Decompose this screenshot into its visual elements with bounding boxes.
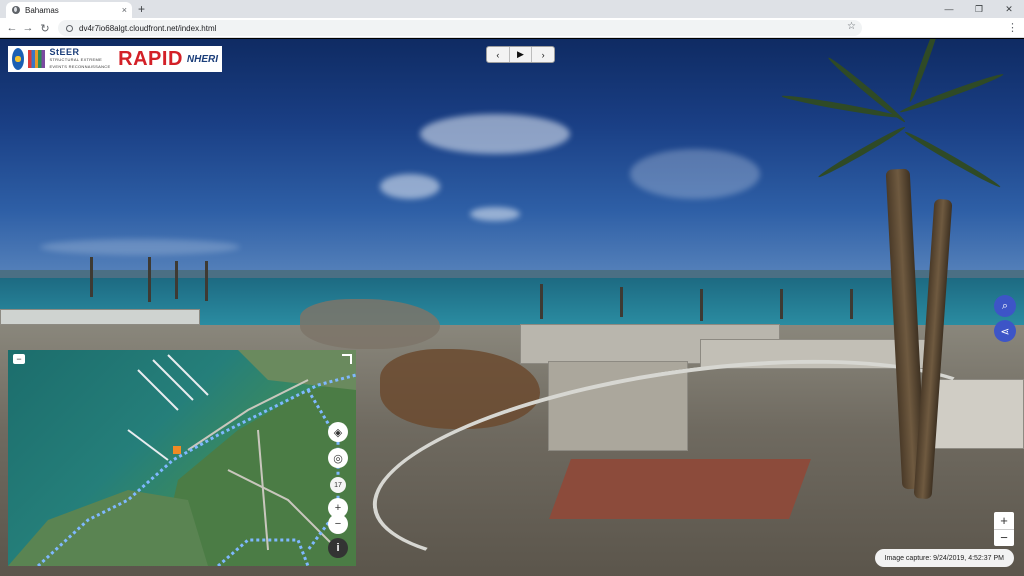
- steer-subtitle: STRUCTURAL EXTREME EVENTS RECONNAISSANCE: [49, 56, 111, 69]
- debris-pile: [300, 299, 440, 349]
- browser-toolbar: ← → ↻ dv4r7io68algt.cloudfront.net/index…: [0, 18, 1024, 38]
- new-tab-button[interactable]: +: [138, 2, 145, 16]
- pier-post: [540, 284, 543, 319]
- minimap[interactable]: − ◈ ◎ 17 + − i: [8, 350, 356, 566]
- land-area: [238, 350, 356, 390]
- tab-close-icon[interactable]: ×: [122, 5, 127, 15]
- locate-icon: ◎: [333, 452, 343, 465]
- playback-controls: ‹ ▶ ›: [486, 46, 555, 63]
- cloud: [630, 149, 760, 199]
- horizon-shore: [0, 270, 1024, 278]
- rapid-logo-text: RAPID: [118, 47, 183, 70]
- cloud: [40, 239, 240, 255]
- browser-tabbar: Bahamas × + — ❐ ✕: [0, 0, 1024, 18]
- browser-tab[interactable]: Bahamas ×: [6, 2, 132, 18]
- current-position-marker: [173, 446, 181, 454]
- bookmark-star-icon[interactable]: ☆: [847, 21, 856, 32]
- buildings-logo-icon: [28, 50, 46, 68]
- viewer-zoom-control: + −: [994, 512, 1014, 546]
- share-icon: ⋖: [1000, 325, 1010, 338]
- pier-post: [700, 289, 703, 321]
- map-zoom-level: 17: [330, 477, 346, 493]
- browser-menu-icon[interactable]: ⋮: [1007, 21, 1018, 35]
- nsf-logo-icon: [12, 48, 24, 70]
- minimap-expand-icon[interactable]: [342, 354, 352, 364]
- minimap-collapse-button[interactable]: −: [13, 354, 25, 364]
- cloud: [420, 114, 570, 154]
- play-button[interactable]: ▶: [510, 47, 533, 62]
- forward-button[interactable]: →: [20, 20, 36, 36]
- layers-button[interactable]: ◈: [328, 422, 348, 442]
- window-minimize-button[interactable]: —: [934, 0, 964, 18]
- layers-icon: ◈: [333, 426, 343, 439]
- next-button[interactable]: ›: [532, 47, 554, 62]
- pier-post: [780, 289, 783, 319]
- share-button[interactable]: ⋖: [994, 320, 1016, 342]
- locate-button[interactable]: ◎: [328, 448, 348, 468]
- window-close-button[interactable]: ✕: [994, 0, 1024, 18]
- site-info-icon[interactable]: [66, 24, 73, 32]
- pier-post: [90, 257, 93, 297]
- map-zoom-out-button[interactable]: −: [328, 514, 348, 534]
- address-bar[interactable]: dv4r7io68algt.cloudfront.net/index.html …: [58, 20, 862, 36]
- cloud: [380, 174, 440, 199]
- back-button[interactable]: ←: [4, 20, 20, 36]
- cloud: [470, 207, 520, 221]
- steer-rapid-logo[interactable]: StEER STRUCTURAL EXTREME EVENTS RECONNAI…: [8, 46, 222, 72]
- url-text: dv4r7io68algt.cloudfront.net/index.html: [79, 23, 217, 33]
- previous-button[interactable]: ‹: [487, 47, 510, 62]
- reload-button[interactable]: ↻: [37, 20, 53, 36]
- info-icon: i: [336, 542, 340, 554]
- steer-logo: StEER STRUCTURAL EXTREME EVENTS RECONNAI…: [49, 46, 112, 70]
- nheri-logo-text: NHERI: [186, 53, 219, 65]
- pier-post: [148, 257, 151, 302]
- pier-post: [850, 289, 853, 319]
- globe-icon: [12, 6, 20, 14]
- image-capture-label: Image capture: 9/24/2019, 4:52:37 PM: [874, 549, 1014, 567]
- tab-title: Bahamas: [25, 5, 59, 15]
- steer-title: StEER: [49, 46, 80, 57]
- window-maximize-button[interactable]: ❐: [964, 0, 994, 18]
- viewer-zoom-out-button[interactable]: −: [994, 530, 1014, 547]
- search-button[interactable]: ⌕: [994, 295, 1016, 317]
- rubble-slab: [0, 309, 200, 325]
- pier-post: [205, 261, 208, 301]
- minimap-satellite: [8, 350, 356, 566]
- pier-post: [175, 261, 178, 299]
- land-area: [8, 490, 208, 566]
- pier-post: [620, 287, 623, 317]
- info-button[interactable]: i: [328, 538, 348, 558]
- viewer-zoom-in-button[interactable]: +: [994, 512, 1014, 530]
- search-icon: ⌕: [1001, 299, 1009, 312]
